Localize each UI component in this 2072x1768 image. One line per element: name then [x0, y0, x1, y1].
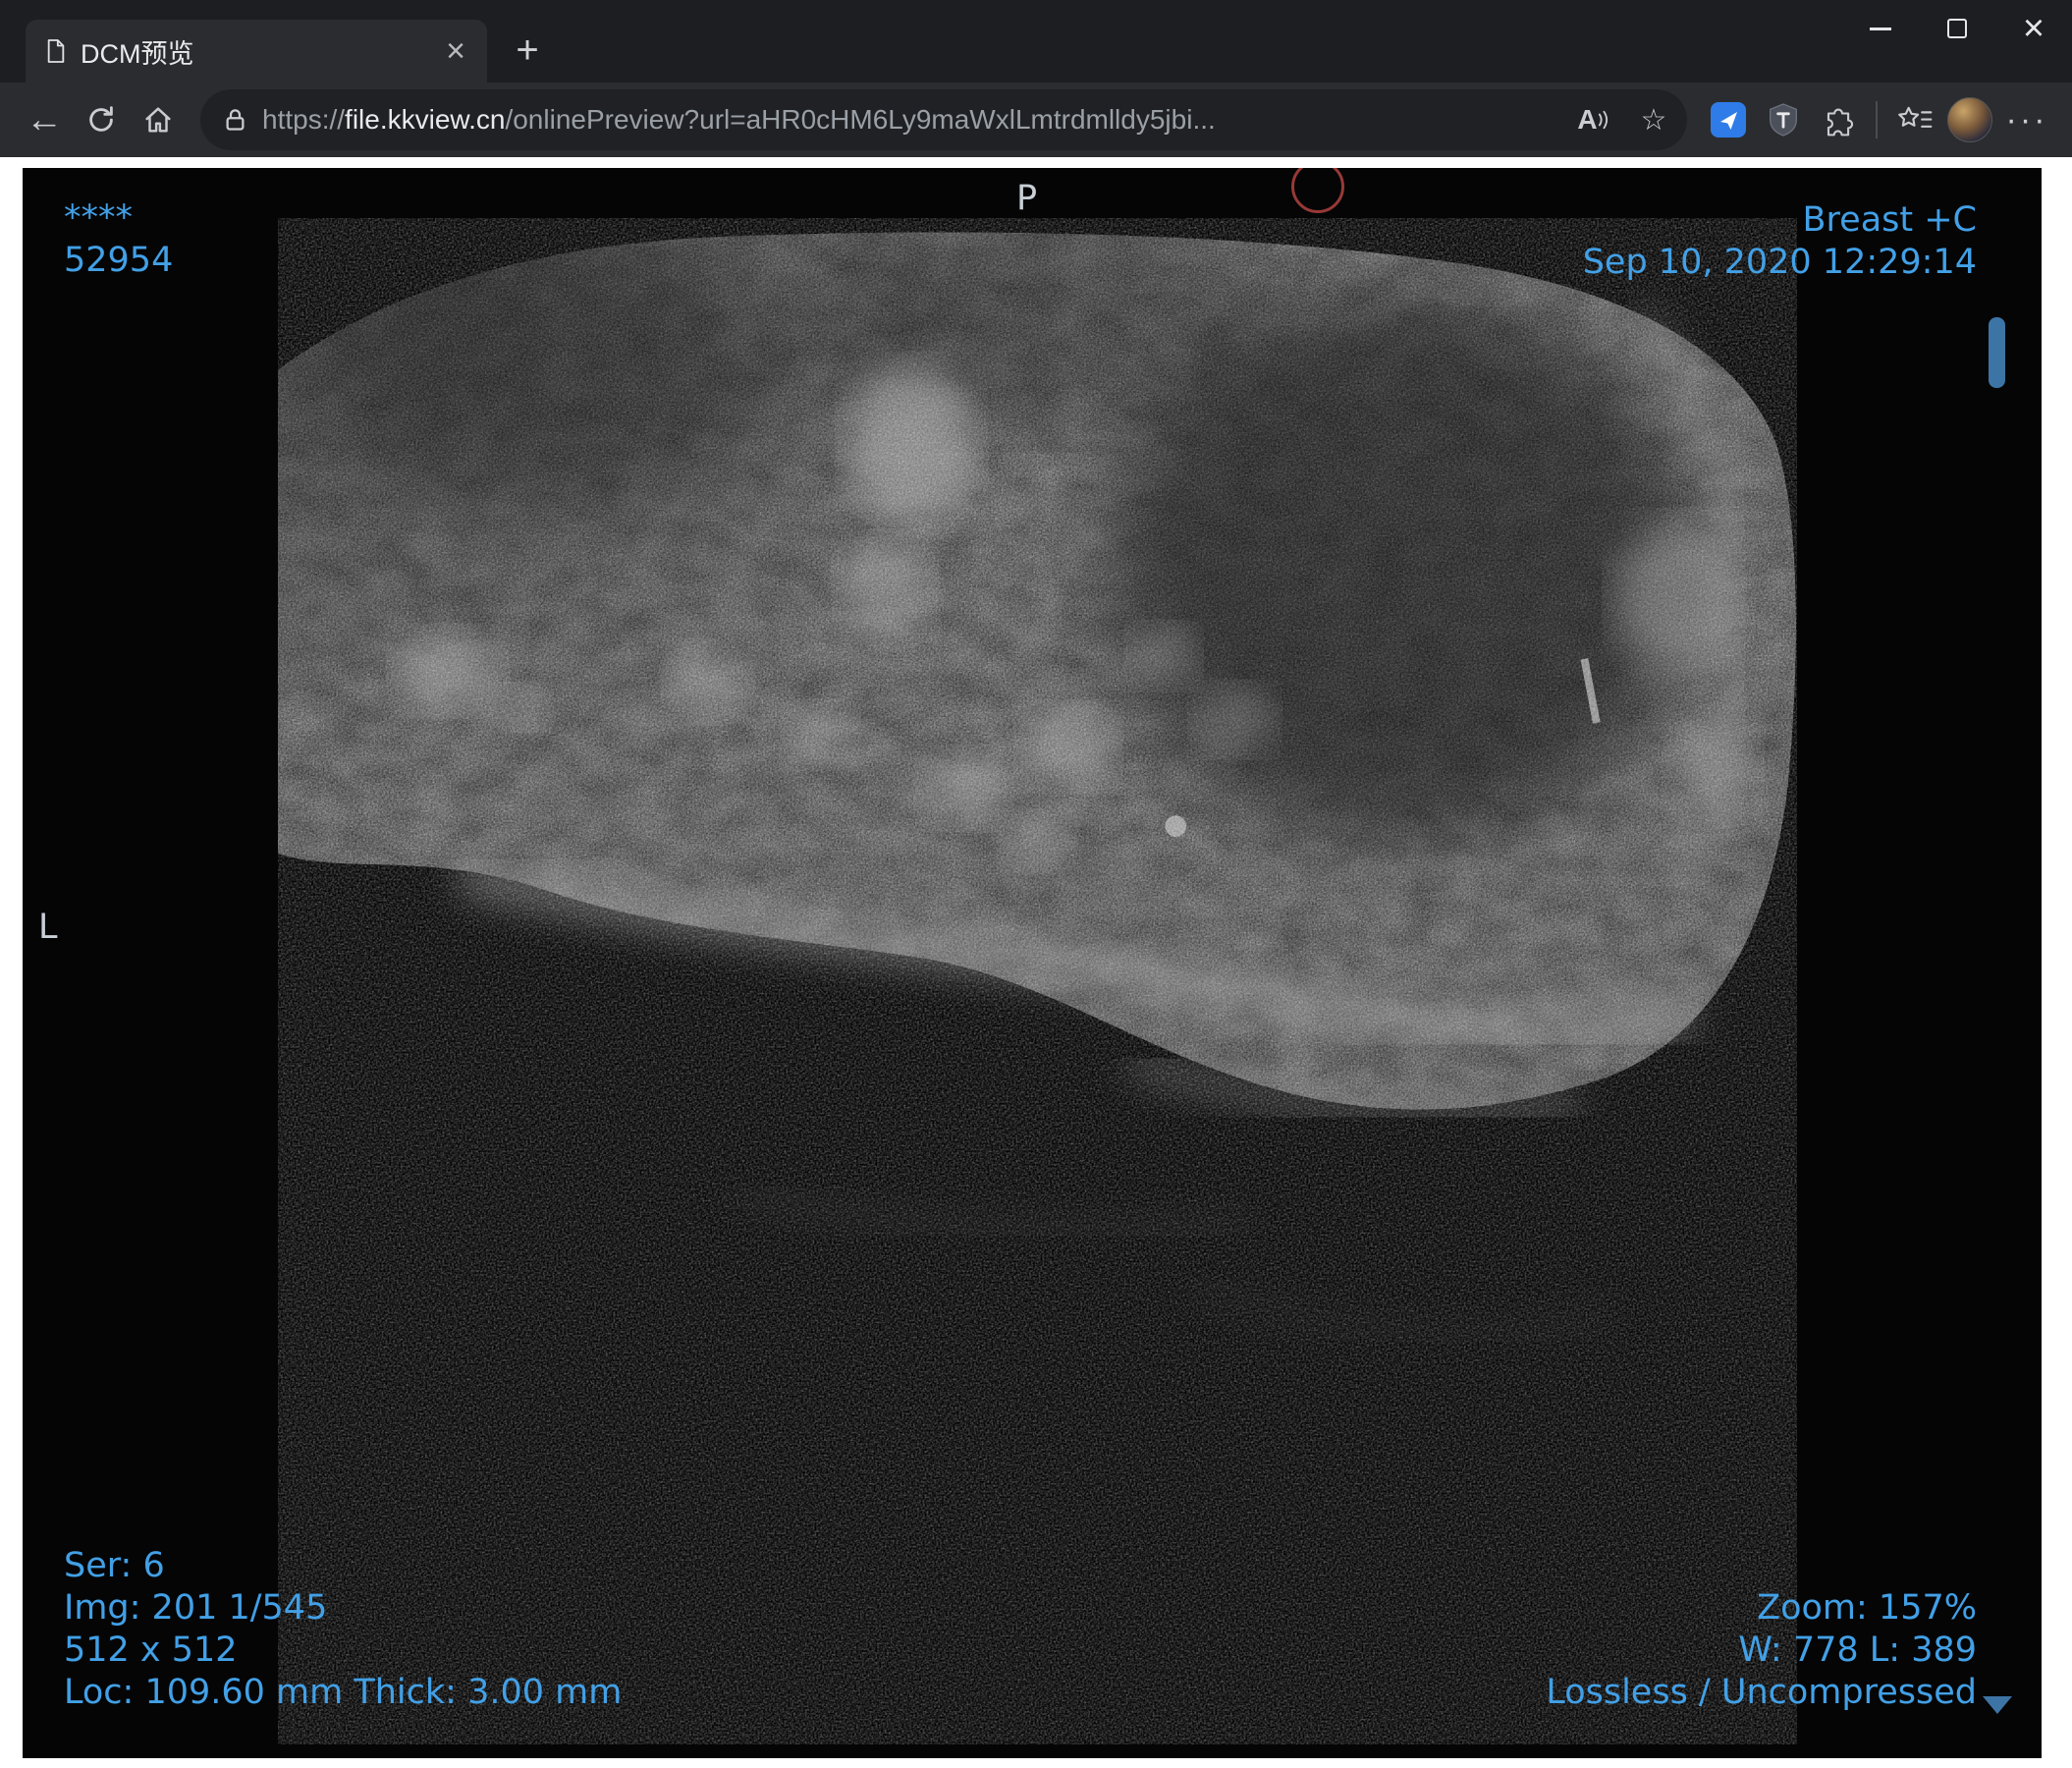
browser-window: DCM预览 × + × ← https://file.kkview.cn/onl… [0, 0, 2072, 1768]
reload-icon [89, 106, 113, 132]
url-path: /onlinePreview?url=aHR0cHM6Ly9maWxlLmtrd… [505, 104, 1216, 135]
url-domain: file.kkview.cn [345, 104, 506, 135]
document-icon [45, 38, 67, 64]
zoom-level: Zoom: 157% [1757, 1588, 1977, 1628]
tab-dcm-preview[interactable]: DCM预览 × [26, 20, 487, 83]
more-menu-button[interactable]: ··· [1999, 101, 2054, 139]
profile-avatar[interactable] [1944, 94, 1995, 145]
extensions-puzzle-icon[interactable] [1813, 94, 1864, 145]
tab-strip: DCM预览 × + × [0, 0, 2072, 83]
patient-id-masked: **** [64, 198, 133, 238]
url-scheme: https:// [262, 104, 346, 135]
sound-waves-icon [1598, 110, 1608, 130]
viewer-scroll-down-button[interactable] [1983, 1696, 2012, 1714]
minimize-icon [1870, 27, 1891, 30]
window-close-button[interactable]: × [1995, 0, 2072, 57]
study-info-overlay: Breast +C Sep 10, 2020 12:29:14 [1583, 199, 1977, 284]
series-info-overlay: Ser: 6 Img: 201 1/545 512 x 512 Loc: 109… [64, 1545, 622, 1714]
image-matrix: 512 x 512 [64, 1630, 238, 1670]
extension-icon-blue[interactable] [1703, 94, 1754, 145]
tab-close-button[interactable]: × [436, 31, 475, 71]
navigation-bar: ← https://file.kkview.cn/onlinePreview?u… [0, 83, 2072, 157]
maximize-icon [1947, 19, 1967, 38]
favorites-hub-icon [1898, 106, 1933, 128]
patient-id-overlay: **** 52954 [64, 197, 173, 282]
reload-button[interactable] [75, 93, 128, 146]
window-minimize-button[interactable] [1842, 0, 1919, 57]
study-description: Breast +C [1802, 200, 1977, 240]
url-text[interactable]: https://file.kkview.cn/onlinePreview?url… [262, 104, 1555, 136]
series-number: Ser: 6 [64, 1546, 165, 1585]
image-index: Img: 201 1/545 [64, 1588, 328, 1628]
avatar-image [1947, 97, 1992, 142]
window-controls: × [1842, 0, 2072, 57]
window-maximize-button[interactable] [1919, 0, 1995, 57]
home-button[interactable] [132, 93, 185, 146]
dicom-viewer[interactable]: **** 52954 P L Breast +C Sep 10, 2020 12… [23, 168, 2042, 1758]
home-icon [145, 107, 171, 133]
page-content: **** 52954 P L Breast +C Sep 10, 2020 12… [0, 157, 2072, 1768]
annotation-circle [1291, 168, 1344, 213]
extension-icon-shield[interactable] [1758, 94, 1809, 145]
orientation-marker-posterior: P [1016, 179, 1038, 218]
toolbar-divider [1876, 101, 1878, 138]
lock-icon[interactable] [222, 107, 248, 134]
tab-title: DCM预览 [81, 38, 194, 69]
slice-location: Loc: 109.60 mm Thick: 3.00 mm [64, 1673, 623, 1712]
orientation-marker-left: L [38, 908, 58, 947]
new-tab-button[interactable]: + [503, 26, 552, 75]
patient-number: 52954 [64, 241, 174, 280]
favorites-hub-button[interactable] [1889, 94, 1940, 145]
address-bar[interactable]: https://file.kkview.cn/onlinePreview?url… [200, 89, 1687, 150]
favorite-star-button[interactable]: ☆ [1630, 96, 1677, 143]
study-datetime: Sep 10, 2020 12:29:14 [1582, 243, 1977, 282]
window-level: W: 778 L: 389 [1738, 1630, 1977, 1670]
viewer-scrollbar-thumb[interactable] [1989, 317, 2005, 388]
dicom-image [278, 218, 1797, 1744]
read-aloud-button[interactable]: A [1569, 96, 1616, 143]
compression-info: Lossless / Uncompressed [1546, 1673, 1977, 1712]
back-button[interactable]: ← [18, 93, 71, 146]
display-info-overlay: Zoom: 157% W: 778 L: 389 Lossless / Unco… [1546, 1587, 1977, 1714]
